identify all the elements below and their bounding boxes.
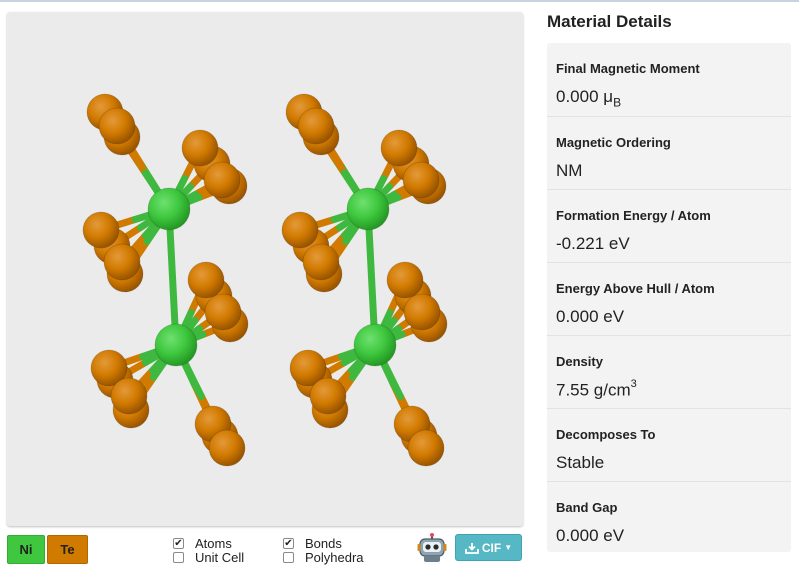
te-atom[interactable] [204,293,242,331]
te-atom[interactable] [302,243,340,281]
detail-value: -0.221 eV [556,234,630,253]
detail-label: Energy Above Hull / Atom [556,281,715,296]
caret-down-icon: ▼ [504,543,513,552]
element-chip-label: Te [60,542,75,557]
detail-label: Formation Energy / Atom [556,208,711,223]
te-atom[interactable] [407,429,445,467]
te-atom[interactable] [402,161,440,199]
polyhedra-toggle[interactable]: Polyhedra [283,550,364,565]
structure-viewer[interactable] [7,12,523,526]
robot-icon[interactable] [417,533,447,563]
detail-row-formation-energy: Formation Energy / Atom -0.221 eV [547,189,791,262]
detail-value: Stable [556,453,605,472]
unit-cell-toggle-label: Unit Cell [195,550,245,565]
te-atom[interactable] [181,129,219,167]
material-details-panel: Final Magnetic Moment 0.000 μB Magnetic Or… [547,43,791,552]
detail-label: Final Magnetic Moment [556,61,700,76]
detail-label: Decomposes To [556,427,656,442]
detail-row-density: Density 7.55 g/cm3 [547,335,791,408]
te-atom[interactable] [403,293,441,331]
ni-atom[interactable] [353,323,397,367]
element-chip-ni[interactable]: Ni [7,535,45,564]
detail-label: Band Gap [556,500,618,515]
cif-download-button[interactable]: CIF ▼ [455,534,522,561]
download-tray-icon [464,542,479,554]
ni-atom[interactable] [154,323,198,367]
ni-atom[interactable] [147,187,191,231]
element-chip-te[interactable]: Te [47,535,88,564]
atoms-toggle-label: Atoms [195,536,232,551]
detail-row-energy-above-hull: Energy Above Hull / Atom 0.000 eV [547,262,791,335]
te-atom[interactable] [208,429,246,467]
te-atom[interactable] [187,261,225,299]
cif-button-label: CIF [481,540,502,555]
atoms-checkbox[interactable]: ✔ [173,538,184,549]
unit-cell-toggle[interactable]: Unit Cell [173,550,244,565]
bonds-toggle[interactable]: ✔ Bonds [283,536,342,551]
atoms-toggle[interactable]: ✔ Atoms [173,536,232,551]
polyhedra-checkbox[interactable] [283,552,294,563]
bonds-checkbox[interactable]: ✔ [283,538,294,549]
te-atom[interactable] [203,161,241,199]
detail-value: 7.55 g/cm3 [556,378,637,400]
detail-row-band-gap: Band Gap 0.000 eV [547,481,791,554]
te-atom[interactable] [110,377,148,415]
detail-value: 0.000 eV [556,526,625,545]
top-border [0,0,799,2]
element-chip-label: Ni [19,542,33,557]
te-atom[interactable] [82,211,120,249]
detail-row-decomposes-to: Decomposes To Stable [547,408,791,481]
bonds-toggle-label: Bonds [305,536,342,551]
detail-row-final-magnetic-moment: Final Magnetic Moment 0.000 μB [547,43,791,116]
te-atom[interactable] [386,261,424,299]
polyhedra-toggle-label: Polyhedra [305,550,364,565]
material-details-title: Material Details [547,12,672,31]
te-atom[interactable] [281,211,319,249]
detail-value: 0.000 eV [556,307,625,326]
detail-label: Density [556,354,603,369]
te-atom[interactable] [98,107,136,145]
te-atom[interactable] [309,377,347,415]
te-atom[interactable] [380,129,418,167]
ni-atom[interactable] [346,187,390,231]
detail-value: 0.000 μB [556,87,622,110]
detail-row-magnetic-ordering: Magnetic Ordering NM [547,116,791,189]
crystal-structure-canvas[interactable] [7,12,523,526]
detail-value: NM [556,161,583,180]
te-atom[interactable] [297,107,335,145]
te-atom[interactable] [103,243,141,281]
unit-cell-checkbox[interactable] [173,552,184,563]
detail-label: Magnetic Ordering [556,135,671,150]
